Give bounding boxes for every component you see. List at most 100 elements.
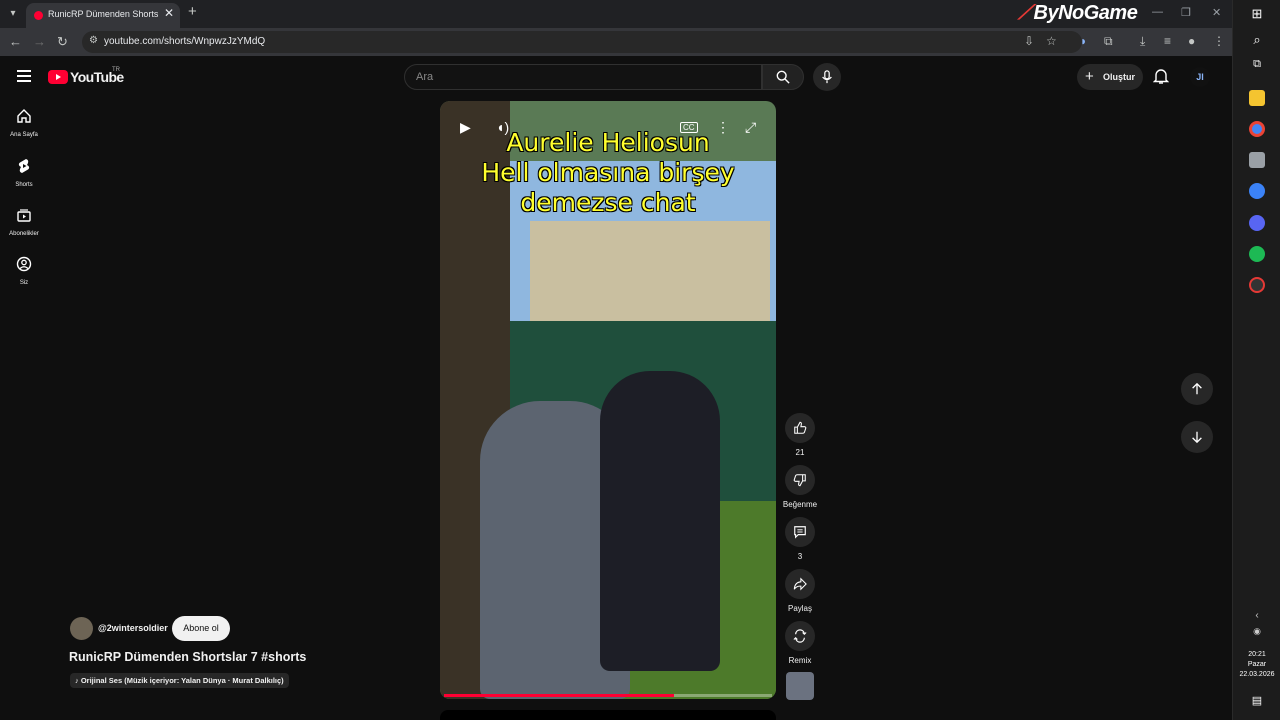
sidebar-item-label: Ana Sayfa: [10, 132, 38, 138]
profile-icon[interactable]: ●: [1188, 34, 1195, 48]
country-code: TR: [112, 67, 120, 73]
video-progress-fill: [444, 694, 674, 697]
sidebar-item-label: Shorts: [15, 182, 33, 188]
remix-icon: [793, 629, 807, 643]
recorder-icon[interactable]: [1249, 277, 1265, 293]
clock-time: 20:21: [1248, 651, 1266, 658]
discord-icon[interactable]: [1249, 215, 1265, 231]
app-game-icon[interactable]: [1249, 183, 1265, 199]
url-text: youtube.com/shorts/WnpwzJzYMdQ: [104, 36, 266, 47]
video-frame-person-dark: [600, 371, 720, 671]
short-title[interactable]: RunicRP Dümenden Shortslar 7 #shorts: [69, 650, 306, 664]
tray-chevron-icon[interactable]: ‹: [1249, 610, 1265, 626]
more-options-icon[interactable]: ⋮: [716, 119, 730, 136]
minimize-icon[interactable]: —: [1152, 6, 1163, 18]
task-view-icon[interactable]: ⧉: [1249, 58, 1265, 74]
search-placeholder: Ara: [416, 71, 434, 83]
chrome-icon[interactable]: [1249, 121, 1265, 137]
sidebar-item-subscriptions[interactable]: Abonelikler: [0, 207, 48, 237]
address-bar[interactable]: ⚙ youtube.com/shorts/WnpwzJzYMdQ: [82, 31, 1082, 53]
volume-icon[interactable]: ◖): [496, 119, 509, 135]
reload-icon[interactable]: ↻: [57, 34, 68, 50]
video-caption: Aurelie Heliosun Hell olmasına birşey de…: [481, 128, 735, 217]
notifications-bell-icon[interactable]: [1152, 68, 1171, 86]
browser-menu-icon[interactable]: ⋮: [1213, 34, 1225, 48]
bynogame-watermark: ⟋ ByNoGame: [1018, 2, 1138, 24]
comments-button[interactable]: 3: [785, 517, 815, 561]
address-toolbar: ← → ↻ ⚙ youtube.com/shorts/WnpwzJzYMdQ ⇩…: [0, 28, 1232, 56]
share-icon: [793, 577, 807, 591]
music-chip[interactable]: ♪ Orijinal Ses (Müzik içeriyor: Yalan Dü…: [70, 673, 289, 688]
extensions-icon[interactable]: ⧉: [1104, 34, 1113, 49]
channel-handle[interactable]: @2wintersoldier: [98, 623, 168, 633]
comment-count: 3: [797, 552, 803, 561]
restore-icon[interactable]: ❐: [1181, 6, 1191, 19]
tray-mic-icon[interactable]: ◉: [1249, 626, 1265, 642]
youtube-favicon-icon: [34, 11, 43, 20]
tab-title: RunicRP Dümenden Shortslar 7 #shorts - Y…: [48, 9, 158, 19]
like-count: 21: [795, 448, 805, 457]
sidebar-item-label: Siz: [19, 280, 29, 286]
next-short-button[interactable]: [1181, 421, 1213, 453]
create-button[interactable]: + Oluştur: [1077, 64, 1143, 90]
sidebar-item-shorts[interactable]: Shorts: [0, 158, 48, 188]
new-tab-button[interactable]: +: [188, 3, 197, 20]
app-window-icon[interactable]: [1249, 152, 1265, 168]
bookmark-star-icon[interactable]: ☆: [1046, 34, 1057, 48]
next-short-preview: [440, 710, 776, 720]
shorts-video-player[interactable]: Aurelie Heliosun Hell olmasına birşey de…: [440, 101, 776, 699]
sidebar-item-label: Abonelikler: [9, 231, 39, 237]
fullscreen-icon[interactable]: ⤢: [745, 119, 756, 136]
tab-search-chevron-icon[interactable]: ▾: [4, 5, 22, 23]
menu-hamburger-icon[interactable]: [17, 70, 31, 82]
video-progress-bar[interactable]: [444, 694, 772, 697]
plus-icon: +: [1085, 68, 1094, 85]
install-app-icon[interactable]: ⇩: [1024, 34, 1034, 48]
spotify-icon[interactable]: [1249, 246, 1265, 262]
play-icon[interactable]: ▶: [460, 119, 471, 136]
forward-icon[interactable]: →: [33, 34, 46, 49]
site-info-icon[interactable]: ⚙: [89, 35, 98, 46]
thumbs-up-icon: [794, 421, 807, 434]
subscriptions-icon: [17, 209, 31, 222]
taskbar-clock[interactable]: 20:21 Pazar 22.03.2026: [1233, 650, 1280, 680]
search-input[interactable]: Ara: [404, 64, 762, 90]
arrow-down-icon: [1192, 431, 1202, 444]
channel-avatar[interactable]: [70, 617, 93, 640]
clock-day: Pazar: [1247, 661, 1267, 668]
youtube-logo[interactable]: YouTube TR: [48, 67, 124, 85]
thumbs-down-icon: [793, 474, 806, 487]
share-label: Paylaş: [787, 604, 812, 613]
reading-list-icon[interactable]: ≡: [1164, 34, 1171, 48]
browser-tab[interactable]: RunicRP Dümenden Shortslar 7 #shorts - Y…: [26, 3, 180, 28]
dislike-button[interactable]: Beğenme: [783, 465, 817, 509]
sound-thumbnail[interactable]: [786, 672, 814, 700]
search-button[interactable]: [762, 64, 804, 90]
notification-center-icon[interactable]: ▤: [1249, 694, 1265, 710]
youtube-play-logo-icon: [48, 70, 68, 84]
microphone-icon: [822, 70, 832, 84]
downloads-icon[interactable]: ⤓: [1140, 34, 1145, 49]
account-avatar[interactable]: JI: [1190, 67, 1210, 87]
file-explorer-icon[interactable]: [1249, 90, 1265, 106]
windows-taskbar: ⊞ ⌕ ⧉ ‹ ◉ 20:21 Pazar 22.03.2026 ▤: [1232, 0, 1280, 720]
subscribe-button[interactable]: Abone ol: [172, 616, 230, 641]
read-aloud-icon[interactable]: ◗: [1080, 34, 1087, 48]
search-icon: [776, 70, 790, 84]
taskbar-search-icon[interactable]: ⌕: [1249, 32, 1265, 48]
share-button[interactable]: Paylaş: [785, 569, 815, 613]
previous-short-button[interactable]: [1181, 373, 1213, 405]
sidebar-item-home[interactable]: Ana Sayfa: [0, 108, 48, 138]
window-close-icon[interactable]: ✕: [1212, 6, 1221, 19]
bynogame-logo-icon: ⟋: [1018, 2, 1032, 24]
sidebar-item-you[interactable]: Siz: [0, 256, 48, 286]
closed-captions-icon[interactable]: CC: [680, 122, 698, 133]
youtube-page: YouTube TR Ara + Oluştur JI Ana Sayfa Sh…: [0, 56, 1232, 720]
tab-close-icon[interactable]: ✕: [164, 6, 174, 20]
like-button[interactable]: 21: [785, 413, 815, 457]
remix-label: Remix: [788, 656, 812, 665]
back-icon[interactable]: ←: [9, 34, 22, 49]
windows-start-icon[interactable]: ⊞: [1249, 6, 1265, 22]
remix-button[interactable]: Remix: [785, 621, 815, 665]
voice-search-button[interactable]: [813, 63, 841, 91]
